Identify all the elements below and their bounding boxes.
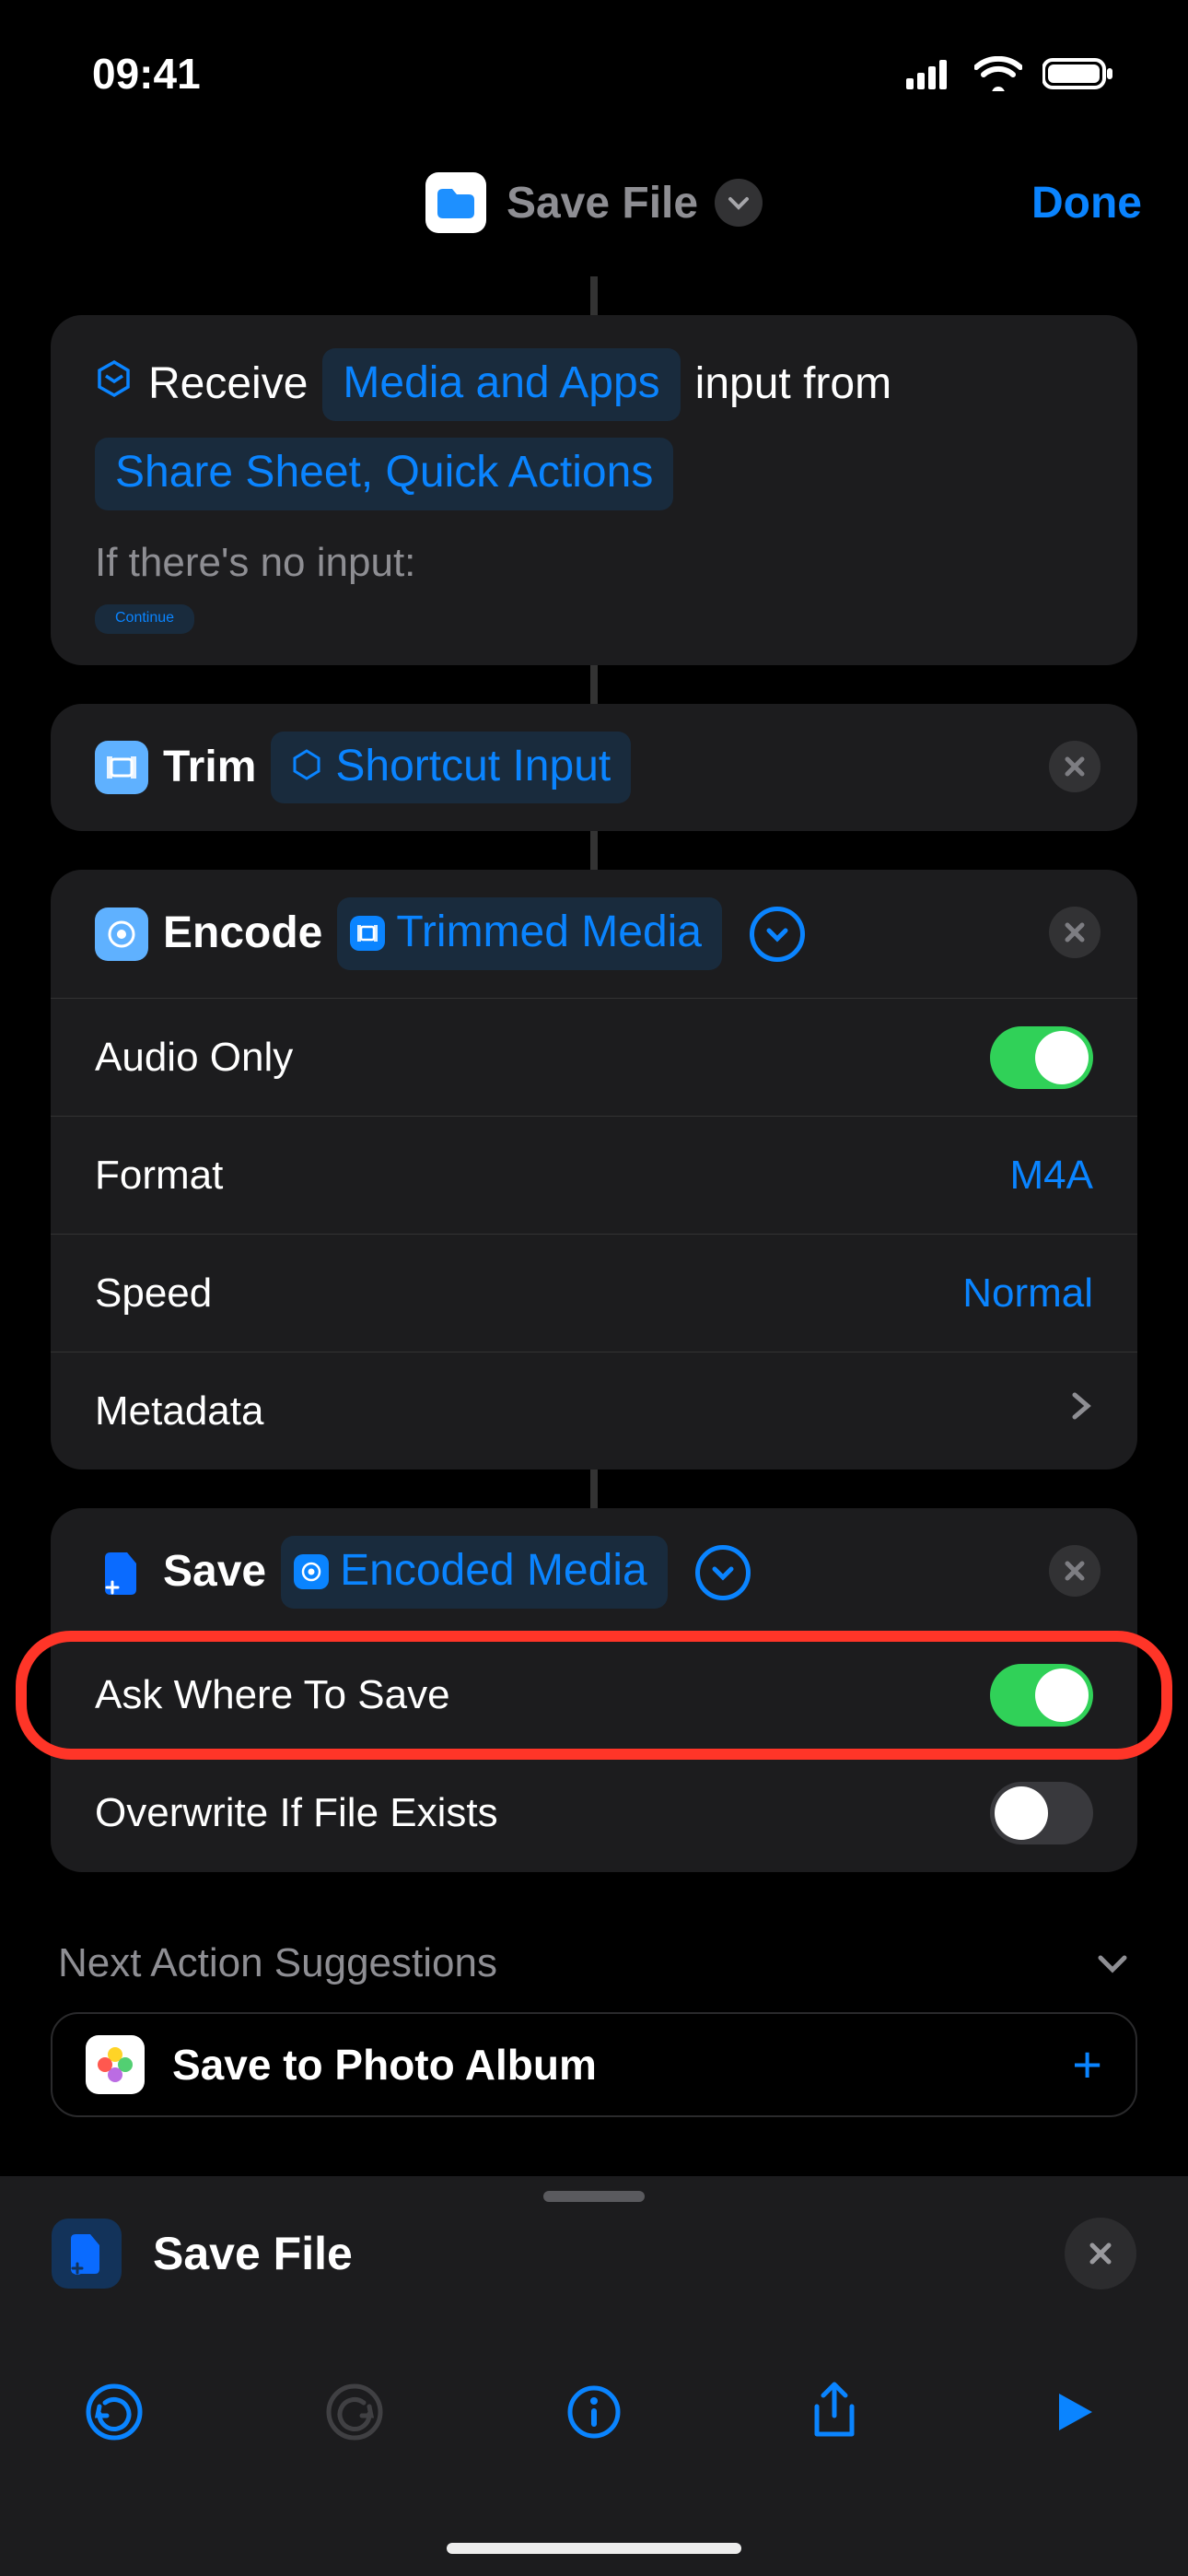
- trim-header: Trim Shortcut Input: [51, 704, 1137, 832]
- picker-label: Save File: [153, 2227, 353, 2280]
- connector: [590, 276, 598, 315]
- option-speed[interactable]: Speed Normal: [51, 1234, 1137, 1352]
- receive-from-word: input from: [695, 355, 891, 415]
- shortcut-folder-icon: [425, 172, 486, 233]
- no-input-behavior-token[interactable]: Continue: [95, 604, 194, 634]
- share-button[interactable]: [794, 2371, 875, 2453]
- encode-variable-token[interactable]: Trimmed Media: [337, 897, 722, 970]
- collapse-toggle-icon[interactable]: [695, 1545, 751, 1600]
- chevron-right-icon: [1067, 1388, 1093, 1434]
- suggestion-save-to-photo-album[interactable]: Save to Photo Album +: [51, 2012, 1137, 2117]
- ask-where-to-save-switch[interactable]: [990, 1664, 1093, 1727]
- receive-header: Receive Media and Apps input from Share …: [51, 315, 1137, 540]
- title-bar: Save File Done: [0, 147, 1188, 258]
- photos-app-icon: [86, 2035, 145, 2094]
- status-time: 09:41: [92, 49, 201, 99]
- no-input-label: If there's no input:: [51, 540, 1137, 597]
- magic-variable-icon: [291, 737, 322, 797]
- delete-action-button[interactable]: [1049, 741, 1101, 792]
- home-indicator: [447, 2543, 741, 2554]
- connector: [590, 831, 598, 870]
- trim-variable-token[interactable]: Shortcut Input: [271, 732, 631, 804]
- editor-toolbar: [0, 2331, 1188, 2576]
- status-indicators: [906, 56, 1114, 91]
- battery-icon: [1042, 57, 1114, 90]
- status-bar: 09:41: [0, 0, 1188, 147]
- encode-verb: Encode: [163, 904, 322, 964]
- action-receive: Receive Media and Apps input from Share …: [51, 315, 1137, 665]
- action-encode: Encode Trimmed Media Audio Only Format M…: [51, 870, 1137, 1469]
- delete-action-button[interactable]: [1049, 907, 1101, 958]
- save-file-picker-icon: [52, 2219, 122, 2289]
- action-save: Save Encoded Media Ask Where To Save Ove…: [51, 1508, 1137, 1872]
- trim-app-icon: [95, 741, 148, 794]
- receive-word: Receive: [148, 355, 308, 415]
- wifi-icon: [974, 56, 1022, 91]
- trim-verb: Trim: [163, 738, 256, 798]
- cellular-icon: [906, 58, 954, 89]
- option-audio-only[interactable]: Audio Only: [51, 998, 1137, 1116]
- encode-app-icon: [95, 907, 148, 961]
- grabber-icon[interactable]: [543, 2191, 645, 2202]
- receive-input-types-token[interactable]: Media and Apps: [322, 348, 680, 421]
- undo-button[interactable]: [74, 2371, 155, 2453]
- picker-close-button[interactable]: [1065, 2218, 1136, 2289]
- delete-action-button[interactable]: [1049, 1545, 1101, 1597]
- title-menu-chevron-icon[interactable]: [715, 179, 763, 227]
- action-trim: Trim Shortcut Input: [51, 704, 1137, 832]
- option-overwrite-if-exists[interactable]: Overwrite If File Exists: [51, 1754, 1137, 1872]
- overwrite-switch[interactable]: [990, 1782, 1093, 1844]
- redo-button: [314, 2371, 395, 2453]
- add-suggestion-icon[interactable]: +: [1072, 2034, 1102, 2094]
- magic-variable-icon: [294, 1554, 329, 1589]
- info-button[interactable]: [553, 2371, 635, 2453]
- done-button[interactable]: Done: [1031, 178, 1142, 228]
- speed-value: Normal: [962, 1270, 1093, 1317]
- audio-only-switch[interactable]: [990, 1026, 1093, 1089]
- shortcut-title[interactable]: Save File: [507, 178, 698, 228]
- save-variable-token[interactable]: Encoded Media: [281, 1536, 668, 1609]
- shortcuts-input-icon: [95, 355, 134, 415]
- collapse-toggle-icon[interactable]: [750, 907, 805, 962]
- save-header: Save Encoded Media: [51, 1508, 1137, 1636]
- connector: [590, 1469, 598, 1508]
- suggestions-header[interactable]: Next Action Suggestions: [51, 1940, 1137, 1986]
- magic-variable-icon: [350, 916, 385, 951]
- option-format[interactable]: Format M4A: [51, 1116, 1137, 1234]
- save-verb: Save: [163, 1542, 266, 1602]
- option-metadata[interactable]: Metadata: [51, 1352, 1137, 1469]
- format-value: M4A: [1010, 1153, 1093, 1199]
- save-app-icon: [95, 1546, 148, 1599]
- connector: [590, 665, 598, 704]
- run-button[interactable]: [1033, 2371, 1114, 2453]
- option-ask-where-to-save[interactable]: Ask Where To Save: [51, 1636, 1137, 1754]
- action-search-bar[interactable]: Save File: [0, 2176, 1188, 2331]
- receive-sources-token[interactable]: Share Sheet, Quick Actions: [95, 438, 673, 510]
- chevron-down-icon: [1095, 1940, 1130, 1986]
- encode-header: Encode Trimmed Media: [51, 870, 1137, 998]
